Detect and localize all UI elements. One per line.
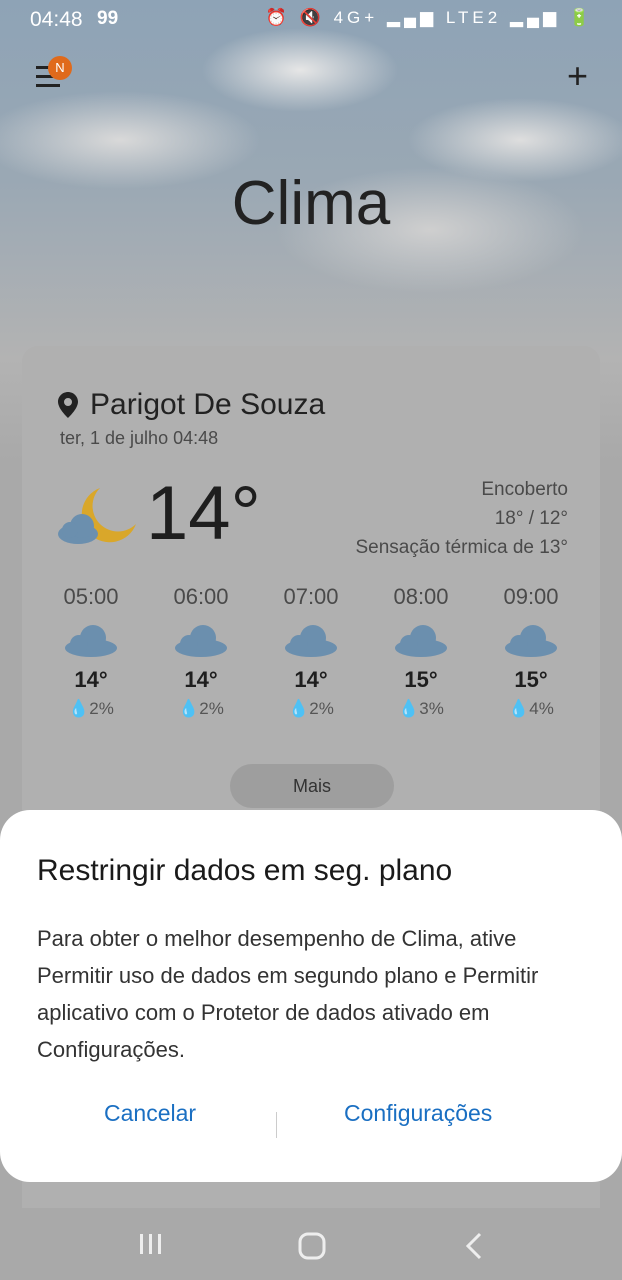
droplet-icon: 💧	[68, 699, 90, 718]
moon-cloud-icon	[58, 488, 136, 544]
hour-item: 07:00 14° 💧2%	[256, 584, 366, 719]
hour-label: 05:00	[63, 584, 119, 609]
hour-precip: 💧2%	[68, 699, 114, 718]
hour-label: 08:00	[393, 584, 449, 609]
hour-temp: 14°	[294, 667, 328, 692]
hour-temp: 15°	[514, 667, 548, 692]
back-icon[interactable]	[464, 1232, 484, 1260]
hour-temp: 15°	[404, 667, 438, 692]
button-divider	[276, 1112, 277, 1138]
notification-badge: N	[48, 56, 72, 80]
current-conditions: Encoberto 18° / 12° Sensação térmica de …	[356, 475, 569, 562]
settings-button[interactable]: Configurações	[344, 1100, 492, 1127]
hour-label: 09:00	[503, 584, 559, 609]
status-right-icons: ⏰ 🔇 4G+ ▂▄▆ LTE2 ▂▄▆ 🔋	[265, 8, 594, 27]
cloud-icon	[395, 625, 447, 657]
feels-like-text: Sensação térmica de 13°	[355, 537, 569, 558]
location-date: ter, 1 de julho 04:48	[60, 428, 219, 448]
recent-apps-icon[interactable]	[138, 1232, 164, 1256]
droplet-icon: 💧	[398, 699, 420, 718]
location-pin-icon	[58, 392, 78, 418]
dialog-title: Restringir dados em seg. plano	[37, 854, 453, 887]
cloud-icon	[285, 625, 337, 657]
page-title: Clima	[231, 169, 391, 238]
location-row[interactable]: Parigot De Souza	[58, 388, 325, 422]
cloud-icon	[505, 625, 557, 657]
location-name: Parigot De Souza	[90, 388, 326, 421]
hour-label: 07:00	[283, 584, 339, 609]
hour-item: 06:00 14° 💧2%	[146, 584, 256, 719]
hour-label: 06:00	[173, 584, 229, 609]
condition-text: Encoberto	[481, 479, 568, 500]
hour-temp: 14°	[74, 667, 108, 692]
more-button[interactable]: Mais	[230, 764, 394, 808]
high-low-text: 18° / 12°	[494, 508, 568, 529]
droplet-icon: 💧	[288, 699, 310, 718]
add-location-icon[interactable]: +	[567, 58, 588, 94]
droplet-icon: 💧	[508, 699, 530, 718]
hour-item: 05:00 14° 💧2%	[36, 584, 146, 719]
restrict-data-dialog: Restringir dados em seg. plano Para obte…	[0, 810, 622, 1182]
hour-item: 09:00 15° 💧4%	[476, 584, 586, 719]
current-temperature: 14°	[146, 471, 261, 556]
navigation-bar	[0, 1208, 622, 1280]
cancel-button[interactable]: Cancelar	[104, 1100, 196, 1127]
cloud-icon	[65, 625, 117, 657]
dialog-body: Para obter o melhor desempenho de Clima,…	[37, 926, 539, 1062]
hour-precip: 💧2%	[288, 699, 334, 718]
status-time: 04:48	[30, 8, 83, 31]
hour-item: 08:00 15° 💧3%	[366, 584, 476, 719]
hour-precip: 💧2%	[178, 699, 224, 718]
status-bar: 04:48 99 ⏰ 🔇 4G+ ▂▄▆ LTE2 ▂▄▆ 🔋	[0, 0, 622, 38]
hour-temp: 14°	[184, 667, 218, 692]
droplet-icon: 💧	[178, 699, 200, 718]
home-icon[interactable]	[298, 1232, 326, 1260]
hourly-forecast: 05:00 14° 💧2% 06:00 14° 💧2% 07:00 14° 💧2…	[36, 584, 586, 719]
hour-precip: 💧4%	[508, 699, 554, 718]
cloud-icon	[175, 625, 227, 657]
status-left-icons: 99	[97, 8, 119, 29]
hour-precip: 💧3%	[398, 699, 444, 718]
